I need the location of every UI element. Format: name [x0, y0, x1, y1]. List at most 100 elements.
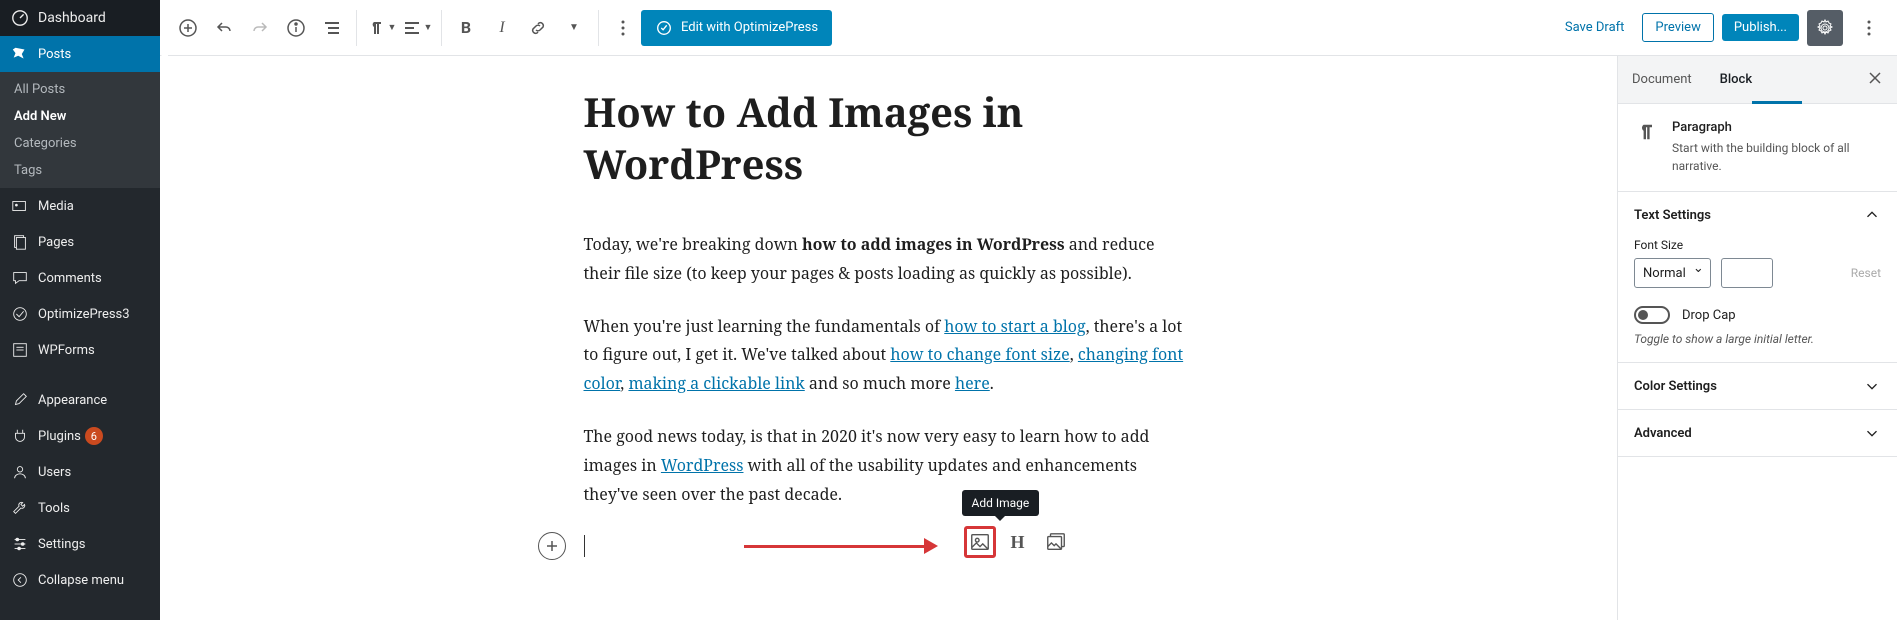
dashboard-icon — [10, 8, 30, 28]
sidebar-item-op3[interactable]: OptimizePress3 — [0, 296, 160, 332]
section-title: Color Settings — [1634, 379, 1717, 394]
annotation-arrow — [744, 538, 938, 554]
tab-block[interactable]: Block — [1706, 56, 1766, 103]
sidebar-item-wpforms[interactable]: WPForms — [0, 332, 160, 368]
sidebar-item-appearance[interactable]: Appearance — [0, 382, 160, 418]
editor-canvas[interactable]: How to Add Images in WordPress Today, we… — [160, 56, 1617, 620]
paragraph-block[interactable]: The good news today, is that in 2020 it'… — [584, 422, 1194, 508]
chevron-down-icon — [1863, 377, 1881, 395]
sidebar-item-plugins[interactable]: Plugins 6 — [0, 418, 160, 454]
settings-panel: Document Block Paragraph Start with the … — [1617, 56, 1897, 620]
outline-button[interactable] — [314, 10, 350, 46]
sidebar-sub-tags[interactable]: Tags — [0, 157, 160, 184]
select-value: Normal — [1643, 266, 1686, 281]
font-size-select[interactable]: Normal — [1634, 258, 1711, 288]
paragraph-block[interactable]: Today, we're breaking down how to add im… — [584, 230, 1194, 288]
sidebar-label: Pages — [38, 235, 74, 250]
text-cursor — [584, 535, 585, 557]
text: and so much more — [805, 372, 955, 394]
text: . — [990, 372, 994, 394]
sidebar-label: Comments — [38, 271, 102, 286]
bold-button[interactable]: B — [448, 10, 484, 46]
block-inserter-row: Add Image H — [584, 532, 1194, 560]
color-settings-header[interactable]: Color Settings — [1618, 363, 1897, 409]
save-draft-button[interactable]: Save Draft — [1555, 14, 1635, 41]
drop-cap-hint: Toggle to show a large initial letter. — [1634, 332, 1881, 346]
edit-optimizepress-button[interactable]: Edit with OptimizePress — [641, 10, 832, 46]
align-button[interactable]: ▼ — [399, 10, 435, 46]
redo-button[interactable] — [242, 10, 278, 46]
sidebar-label: WPForms — [38, 343, 95, 358]
text-settings-header[interactable]: Text Settings — [1618, 192, 1897, 238]
add-block-inline-button[interactable] — [538, 532, 566, 560]
link[interactable]: making a clickable link — [628, 372, 804, 394]
more-options-button[interactable] — [605, 10, 641, 46]
sidebar-item-settings[interactable]: Settings — [0, 526, 160, 562]
posts-submenu: All Posts Add New Categories Tags — [0, 72, 160, 188]
more-format-button[interactable]: ▼ — [556, 10, 592, 46]
paragraph-button[interactable]: ▼ — [363, 10, 399, 46]
collapse-icon — [10, 570, 30, 590]
op-label: Edit with OptimizePress — [681, 20, 818, 35]
block-info-section: Paragraph Start with the building block … — [1618, 104, 1897, 192]
block-description: Start with the building block of all nar… — [1672, 139, 1881, 175]
sidebar-label: Posts — [38, 47, 71, 62]
sidebar-sub-addnew[interactable]: Add New — [0, 103, 160, 130]
tab-document[interactable]: Document — [1618, 56, 1706, 103]
sidebar-item-dashboard[interactable]: Dashboard — [0, 0, 160, 36]
advanced-header[interactable]: Advanced — [1618, 410, 1897, 456]
insert-heading-button[interactable]: H — [1002, 526, 1034, 558]
brush-icon — [10, 390, 30, 410]
link[interactable]: how to change font size — [890, 343, 1069, 365]
op-icon — [655, 19, 673, 37]
plugins-badge: 6 — [85, 427, 103, 445]
preview-button[interactable]: Preview — [1642, 13, 1713, 42]
settings-toggle-button[interactable] — [1807, 10, 1843, 46]
link-button[interactable] — [520, 10, 556, 46]
publish-button[interactable]: Publish... — [1722, 14, 1799, 41]
sidebar-label: Settings — [38, 537, 85, 552]
sliders-icon — [10, 534, 30, 554]
post-title[interactable]: How to Add Images in WordPress — [584, 86, 1194, 190]
drop-cap-toggle[interactable] — [1634, 306, 1670, 324]
sidebar-item-pages[interactable]: Pages — [0, 224, 160, 260]
link[interactable]: here — [955, 372, 990, 394]
sidebar-item-posts[interactable]: Posts — [0, 36, 160, 72]
insert-gallery-button[interactable] — [1040, 526, 1072, 558]
sidebar-item-media[interactable]: Media — [0, 188, 160, 224]
drop-cap-label: Drop Cap — [1682, 308, 1736, 323]
link[interactable]: how to start a blog — [944, 315, 1085, 337]
panel-tabs: Document Block — [1618, 56, 1897, 104]
wpforms-icon — [10, 340, 30, 360]
paragraph-block[interactable]: When you're just learning the fundamenta… — [584, 312, 1194, 398]
font-size-input[interactable] — [1721, 258, 1773, 288]
sidebar-label: Media — [38, 199, 74, 214]
sidebar-label: Appearance — [38, 393, 107, 408]
close-panel-button[interactable] — [1853, 56, 1897, 103]
comment-icon — [10, 268, 30, 288]
sidebar-sub-allposts[interactable]: All Posts — [0, 76, 160, 103]
sidebar-item-tools[interactable]: Tools — [0, 490, 160, 526]
sidebar-label: Dashboard — [38, 10, 106, 26]
sidebar-sub-categories[interactable]: Categories — [0, 130, 160, 157]
undo-button[interactable] — [206, 10, 242, 46]
wrench-icon — [10, 498, 30, 518]
sidebar-item-users[interactable]: Users — [0, 454, 160, 490]
media-icon — [10, 196, 30, 216]
sidebar-item-comments[interactable]: Comments — [0, 260, 160, 296]
sidebar-item-collapse[interactable]: Collapse menu — [0, 562, 160, 598]
italic-button[interactable]: I — [484, 10, 520, 46]
info-button[interactable] — [278, 10, 314, 46]
sidebar-label: Users — [38, 465, 71, 480]
text: Today, we're breaking down — [584, 233, 802, 255]
text: When you're just learning the fundamenta… — [584, 315, 945, 337]
text: , — [1070, 343, 1078, 365]
insert-image-button[interactable] — [964, 526, 996, 558]
editor-toolbar: ▼ ▼ B I ▼ Edit with OptimizePress Save D… — [160, 0, 1897, 56]
kebab-menu-button[interactable] — [1851, 10, 1887, 46]
reset-button[interactable]: Reset — [1851, 266, 1881, 280]
bold-text: how to add images in WordPress — [802, 233, 1065, 255]
add-block-button[interactable] — [170, 10, 206, 46]
font-size-label: Font Size — [1634, 238, 1881, 252]
link[interactable]: WordPress — [661, 454, 744, 476]
